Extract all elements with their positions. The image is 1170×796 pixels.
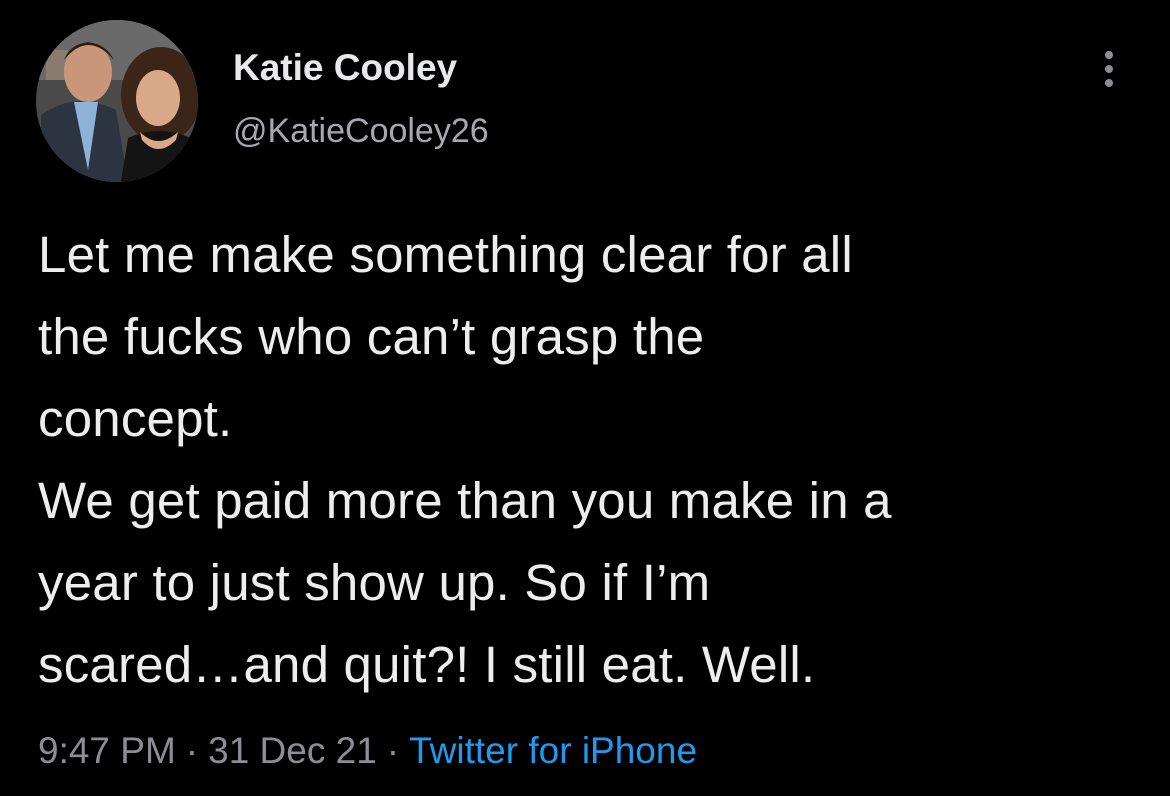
tweet-line: scared…and quit?! I still eat. Well. bbox=[38, 636, 816, 693]
more-options-icon[interactable] bbox=[1094, 48, 1124, 90]
tweet-line: We get paid more than you make in a bbox=[38, 472, 892, 529]
tweet-line: concept. bbox=[38, 390, 233, 447]
tweet-time[interactable]: 9:47 PM bbox=[38, 730, 176, 771]
tweet-source-link[interactable]: Twitter for iPhone bbox=[409, 730, 697, 771]
tweet-date[interactable]: 31 Dec 21 bbox=[208, 730, 377, 771]
avatar[interactable] bbox=[36, 20, 198, 182]
separator: · bbox=[386, 730, 400, 771]
profile-photo-icon bbox=[36, 20, 198, 182]
author-name[interactable]: Katie Cooley bbox=[233, 47, 457, 89]
tweet-meta: 9:47 PM · 31 Dec 21 · Twitter for iPhone bbox=[38, 730, 697, 772]
tweet-line: the fucks who can’t grasp the bbox=[38, 308, 705, 365]
separator: · bbox=[185, 730, 199, 771]
tweet-line: year to just show up. So if I’m bbox=[38, 554, 711, 611]
author-handle[interactable]: @KatieCooley26 bbox=[233, 112, 489, 151]
tweet-line: Let me make something clear for all bbox=[38, 226, 853, 283]
tweet-text: Let me make something clear for all the … bbox=[38, 214, 1148, 706]
tweet: Katie Cooley @KatieCooley26 Let me make … bbox=[0, 0, 1170, 796]
